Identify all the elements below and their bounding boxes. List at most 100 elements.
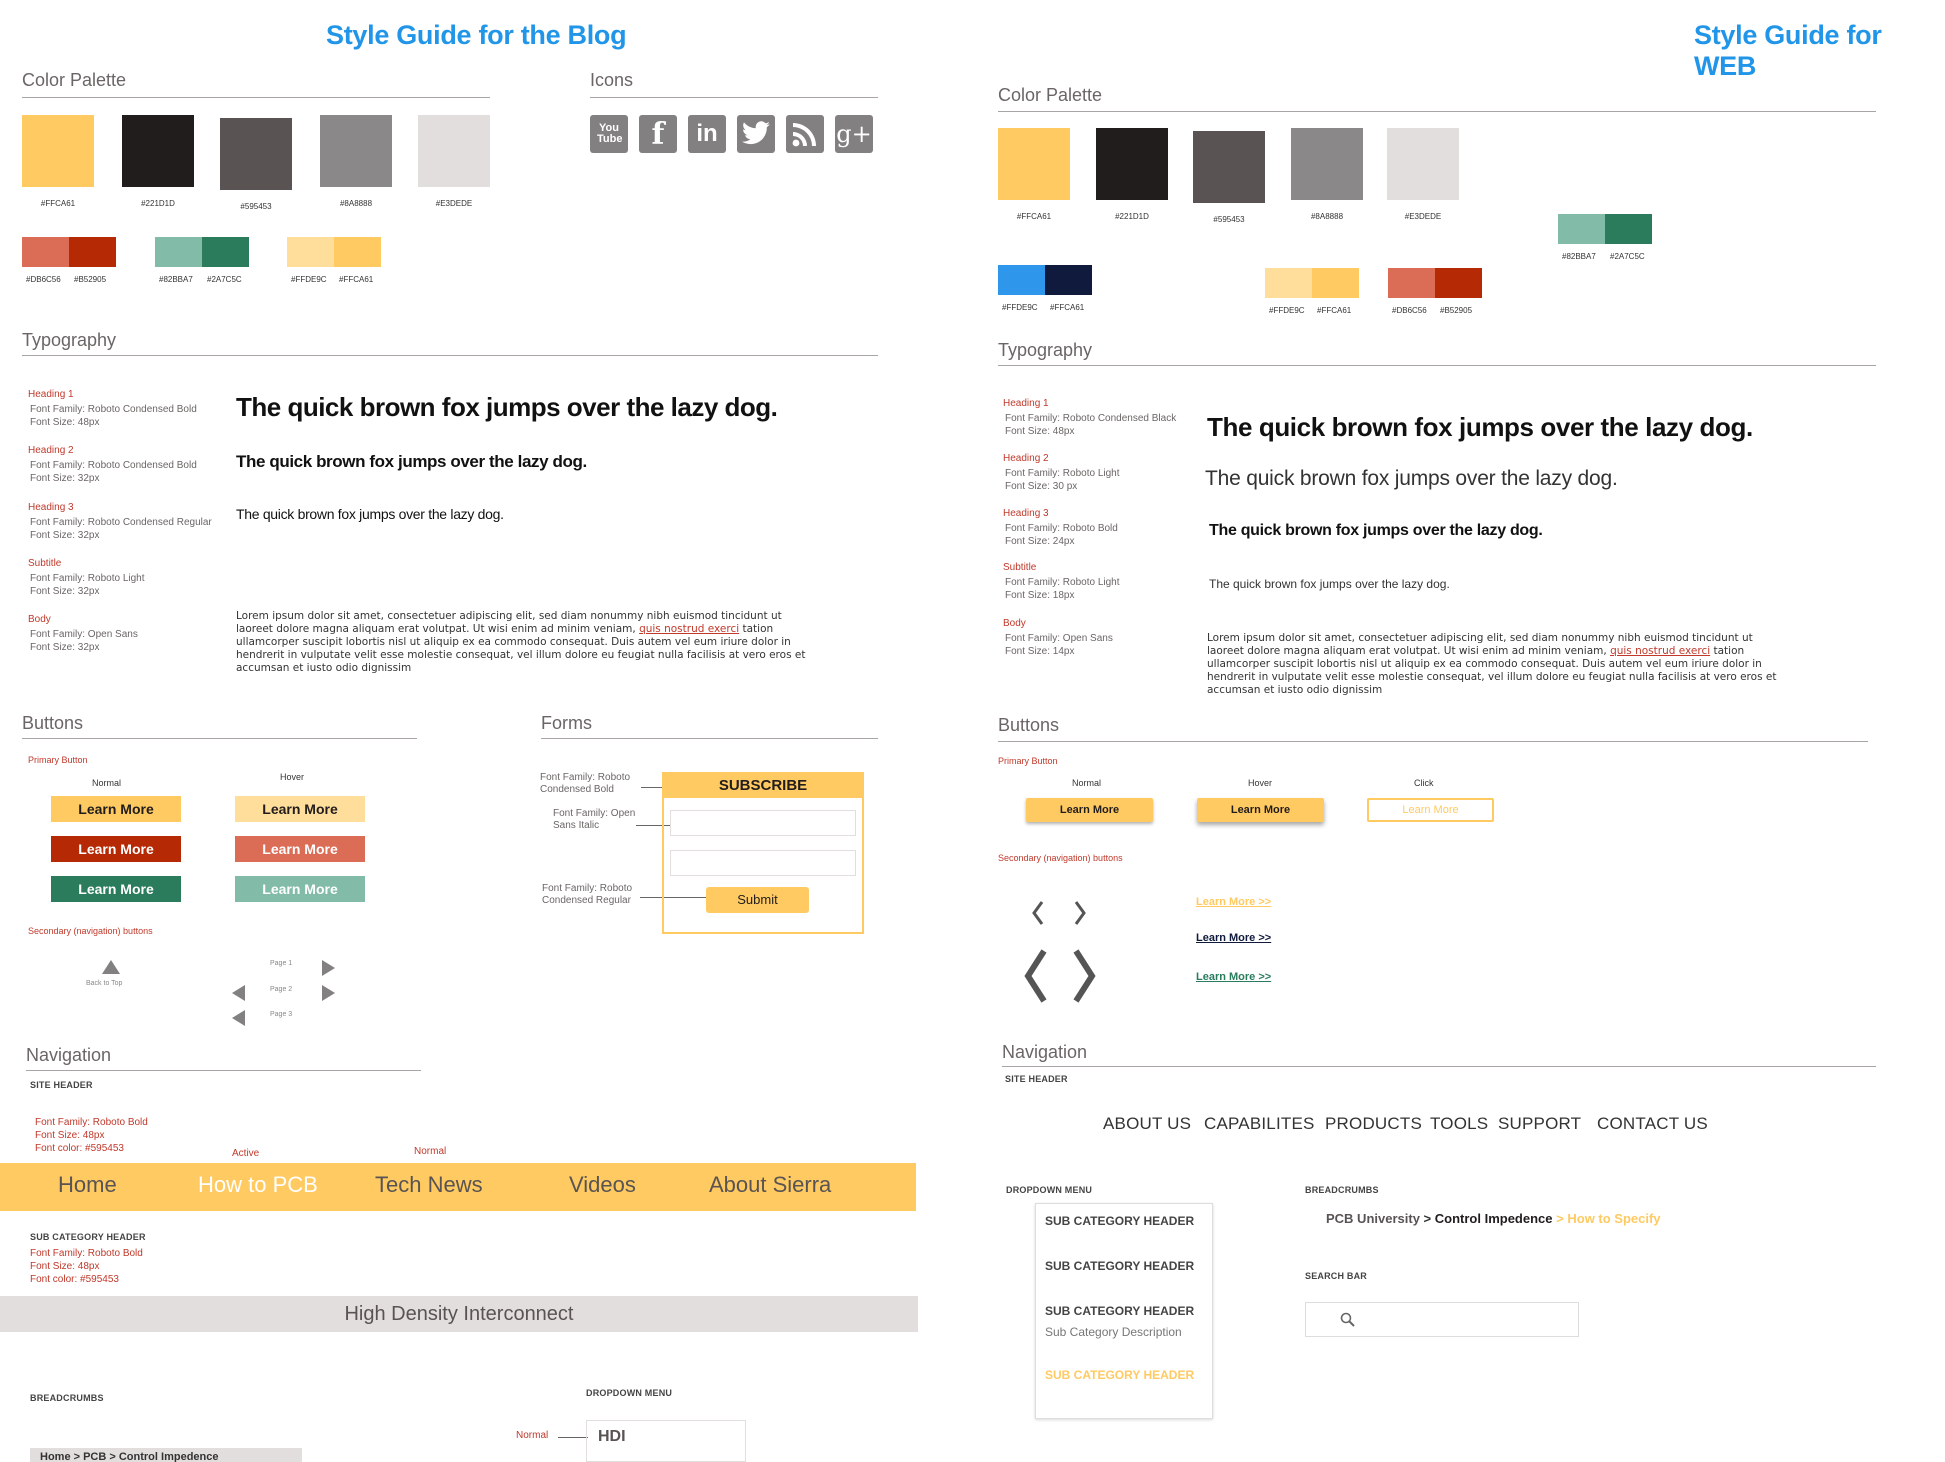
- swatch-hex-label: #DB6C56: [1392, 306, 1427, 315]
- youtube-icon[interactable]: You Tube: [590, 115, 628, 153]
- swatch-hex-label: #E3DEDE: [1404, 212, 1442, 221]
- next-arrow-icon[interactable]: [322, 960, 335, 976]
- blog-forms-heading: Forms: [541, 713, 592, 733]
- type-font-family: Font Family: Roboto Light: [1005, 577, 1120, 588]
- learn-more-button-green-hover[interactable]: Learn More: [235, 876, 365, 902]
- callout-line: [558, 1437, 588, 1438]
- dropdown-item-active[interactable]: SUB CATEGORY HEADER: [1045, 1368, 1194, 1382]
- nav-tech-news[interactable]: Tech News: [375, 1172, 483, 1198]
- type-font-size: Font Size: 24px: [1005, 536, 1075, 547]
- twitter-icon[interactable]: [737, 115, 775, 153]
- color-swatch: [1605, 214, 1652, 244]
- color-swatch: [155, 237, 202, 267]
- secondary-buttons-label: Secondary (navigation) buttons: [28, 926, 153, 936]
- learn-more-link-navy[interactable]: Learn More >>: [1196, 932, 1271, 944]
- dropdown-menu-label: DROPDOWN MENU: [586, 1388, 673, 1398]
- search-input[interactable]: [1305, 1302, 1579, 1337]
- web-learn-more-hover[interactable]: Learn More: [1197, 798, 1324, 822]
- submit-button[interactable]: Submit: [706, 887, 809, 913]
- color-swatch: [22, 115, 94, 187]
- type-style-name: Heading 3: [28, 502, 74, 513]
- web-nav-capabilites[interactable]: CAPABILITES: [1204, 1114, 1315, 1134]
- facebook-icon[interactable]: f: [639, 115, 677, 153]
- back-to-top-arrow-icon[interactable]: [102, 960, 120, 974]
- prev-arrow-icon[interactable]: [232, 985, 245, 1001]
- rss-icon[interactable]: [786, 115, 824, 153]
- type-font-family: Font Family: Roboto Condensed Bold: [30, 404, 197, 415]
- site-header-label: SITE HEADER: [30, 1080, 93, 1090]
- small-chevrons-icon[interactable]: [1030, 898, 1090, 933]
- web-h2-sample: The quick brown fox jumps over the lazy …: [1205, 467, 1618, 490]
- large-chevrons-icon[interactable]: [1020, 948, 1100, 1009]
- nav-about-sierra[interactable]: About Sierra: [709, 1172, 831, 1198]
- type-font-family: Font Family: Roboto Bold: [1005, 523, 1118, 534]
- google-plus-icon[interactable]: g+: [835, 115, 873, 153]
- color-swatch: [1096, 128, 1168, 200]
- sample-link[interactable]: quis nostrud exerci: [639, 623, 739, 635]
- learn-more-link-yellow[interactable]: Learn More >>: [1196, 896, 1271, 908]
- web-nav-products[interactable]: PRODUCTS: [1325, 1114, 1422, 1134]
- callout-line: [641, 787, 663, 788]
- nav-how-to-pcb[interactable]: How to PCB: [198, 1172, 318, 1198]
- web-nav-about-us[interactable]: ABOUT US: [1103, 1114, 1191, 1134]
- learn-more-button-yellow-hover[interactable]: Learn More: [235, 796, 365, 822]
- color-swatch: [202, 237, 249, 267]
- dropdown-item[interactable]: SUB CATEGORY HEADER: [1045, 1259, 1194, 1273]
- type-font-size: Font Size: 32px: [30, 473, 100, 484]
- learn-more-button-red-hover[interactable]: Learn More: [235, 836, 365, 862]
- type-font-size: Font Size: 18px: [1005, 590, 1075, 601]
- divider: [22, 738, 417, 739]
- swatch-hex-label: #82BBA7: [1562, 252, 1596, 261]
- web-nav-tools[interactable]: TOOLS: [1430, 1114, 1488, 1134]
- nav-videos[interactable]: Videos: [569, 1172, 636, 1198]
- web-normal-label: Normal: [1072, 778, 1102, 788]
- page-2-label: Page 2: [270, 986, 293, 993]
- breadcrumb-control-impedence[interactable]: Control Impedence: [1435, 1211, 1553, 1226]
- divider: [22, 97, 490, 98]
- type-font-family: Font Family: Open Sans: [30, 629, 138, 640]
- swatch-hex-label: #FFCA61: [1016, 212, 1052, 221]
- nav-home[interactable]: Home: [58, 1172, 117, 1198]
- divider: [998, 111, 1876, 112]
- email-field[interactable]: [670, 850, 856, 876]
- color-swatch: [1388, 268, 1435, 298]
- breadcrumb-pcb-university[interactable]: PCB University: [1326, 1211, 1420, 1226]
- dropdown-item[interactable]: HDI: [598, 1428, 626, 1446]
- web-palette-heading: Color Palette: [998, 85, 1103, 105]
- name-field[interactable]: [670, 810, 856, 836]
- blog-buttons-heading: Buttons: [22, 713, 84, 733]
- learn-more-button-green[interactable]: Learn More: [51, 876, 181, 902]
- type-style-name: Heading 1: [1003, 398, 1049, 409]
- swatch-hex-label: #DB6C56: [26, 275, 61, 284]
- linkedin-icon[interactable]: in: [688, 115, 726, 153]
- web-click-label: Click: [1414, 778, 1434, 788]
- swatch-hex-label: #FFCA61: [339, 275, 374, 284]
- learn-more-button-red[interactable]: Learn More: [51, 836, 181, 862]
- color-swatch: [1045, 265, 1092, 295]
- subscribe-header: SUBSCRIBE: [662, 772, 864, 798]
- sample-link[interactable]: quis nostrud exerci: [1610, 645, 1710, 657]
- type-style-name: Body: [1003, 618, 1026, 629]
- breadcrumb-how-to-specify[interactable]: How to Specify: [1567, 1211, 1660, 1226]
- hover-state-label: Hover: [280, 772, 305, 782]
- dropdown-normal-label: Normal: [516, 1430, 549, 1441]
- learn-more-link-green[interactable]: Learn More >>: [1196, 971, 1271, 983]
- color-swatch: [1435, 268, 1482, 298]
- dropdown-item[interactable]: SUB CATEGORY HEADER: [1045, 1214, 1194, 1228]
- type-style-name: Heading 3: [1003, 508, 1049, 519]
- web-nav-support[interactable]: SUPPORT: [1498, 1114, 1581, 1134]
- learn-more-button-yellow[interactable]: Learn More: [51, 796, 181, 822]
- swatch-hex-label: #82BBA7: [159, 275, 193, 284]
- breadcrumb[interactable]: Home > PCB > Control Impedence: [30, 1448, 302, 1462]
- web-learn-more-click[interactable]: Learn More: [1367, 798, 1494, 822]
- dropdown-item[interactable]: SUB CATEGORY HEADER: [1045, 1304, 1194, 1318]
- web-breadcrumb: PCB University > Control Impedence > How…: [1326, 1211, 1661, 1226]
- color-swatch: [998, 128, 1070, 200]
- normal-state-label: Normal: [92, 778, 122, 788]
- prev-arrow-icon[interactable]: [232, 1010, 245, 1026]
- next-arrow-icon[interactable]: [322, 985, 335, 1001]
- color-swatch: [220, 118, 292, 190]
- web-nav-contact-us[interactable]: CONTACT US: [1597, 1114, 1708, 1134]
- web-learn-more-normal[interactable]: Learn More: [1026, 798, 1153, 822]
- web-subtitle-sample: The quick brown fox jumps over the lazy …: [1209, 577, 1450, 591]
